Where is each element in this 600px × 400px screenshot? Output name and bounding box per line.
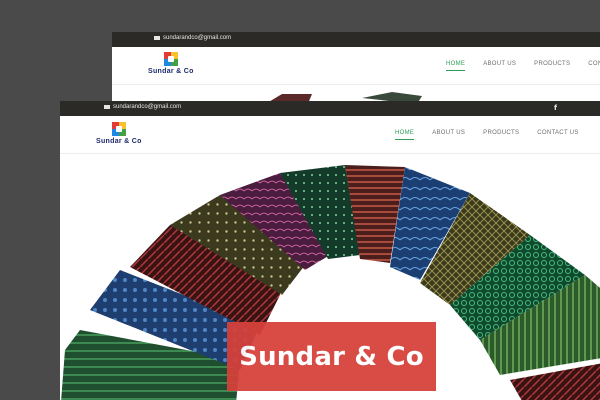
navbar: Sundar & Co HOME ABOUT US PRODUCTS CONTA… (112, 47, 600, 85)
hero-title-box: Sundar & Co (227, 322, 436, 391)
logo-mark-icon (163, 52, 178, 66)
hero-title: Sundar & Co (239, 341, 424, 372)
logo-text: Sundar & Co (148, 68, 194, 75)
nav-about-us[interactable]: ABOUT US (483, 61, 516, 71)
site-logo[interactable]: Sundar & Co (148, 52, 194, 75)
nav-home[interactable]: HOME (395, 130, 415, 140)
email-contact[interactable]: sundarandco@gmail.com (104, 104, 181, 110)
nav-products[interactable]: PRODUCTS (483, 130, 519, 140)
nav-about-us[interactable]: ABOUT US (432, 130, 465, 140)
main-menu: HOME ABOUT US PRODUCTS CONTAC (446, 61, 600, 71)
facebook-icon[interactable]: f (554, 104, 557, 112)
logo-text: Sundar & Co (96, 138, 142, 145)
nav-home[interactable]: HOME (446, 61, 466, 71)
hero-banner: Sundar & Co (60, 155, 600, 400)
logo-mark-icon (111, 122, 126, 136)
top-bar: sundarandco@gmail.com f (60, 101, 600, 116)
foreground-browser-window: sundarandco@gmail.com f Sundar & Co HOME… (60, 101, 600, 400)
navbar: Sundar & Co HOME ABOUT US PRODUCTS CONTA… (60, 116, 600, 154)
envelope-icon (104, 105, 110, 109)
nav-products[interactable]: PRODUCTS (534, 61, 570, 71)
envelope-icon (154, 36, 160, 40)
top-bar: sundarandco@gmail.com (112, 32, 600, 47)
nav-contact[interactable]: CONTAC (588, 61, 600, 71)
nav-contact-us[interactable]: CONTACT US (537, 130, 578, 140)
main-menu: HOME ABOUT US PRODUCTS CONTACT US (395, 130, 579, 140)
email-text: sundarandco@gmail.com (113, 104, 182, 110)
site-logo[interactable]: Sundar & Co (96, 122, 142, 145)
email-contact[interactable]: sundarandco@gmail.com (154, 35, 231, 41)
email-text: sundarandco@gmail.com (163, 35, 232, 41)
